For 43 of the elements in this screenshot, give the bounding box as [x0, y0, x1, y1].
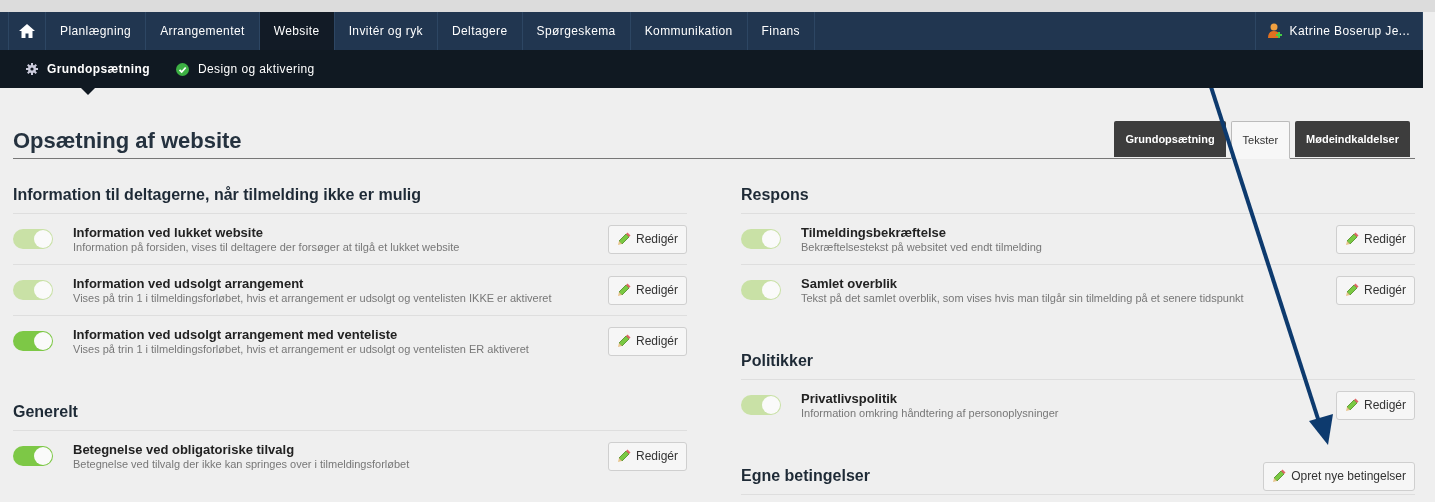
pencil-icon — [616, 334, 631, 348]
user-icon — [1267, 23, 1282, 39]
toggle-switch[interactable] — [13, 331, 53, 351]
setting-description: Betegnelse ved tilvalg der ikke kan springes over i tilmeldingsforløbet — [73, 458, 411, 470]
pencil-icon — [616, 449, 631, 463]
home-icon — [18, 23, 36, 39]
check-icon — [175, 62, 189, 76]
setting-title: Tilmeldingsbekræftelse — [801, 225, 947, 240]
subnav-item[interactable]: Design og aktivering — [175, 50, 315, 88]
pencil-icon — [1344, 283, 1359, 297]
setting-title: Privatlivspolitik — [801, 391, 899, 406]
page-tab[interactable]: Tekster — [1230, 121, 1291, 159]
page-tab[interactable]: Mødeindkaldelser — [1295, 121, 1410, 157]
section-heading: Respons — [741, 186, 809, 204]
setting-title: Information ved lukket website — [73, 225, 264, 240]
toggle-switch[interactable] — [13, 446, 53, 466]
setting-title: Betegnelse ved obligatoriske tilvalg — [73, 442, 296, 457]
pencil-icon — [1272, 469, 1287, 483]
setting-description: Tekst på det samlet overblik, som vises hvis man tilgår sin tilmelding på et senere tidspunkt — [801, 292, 1245, 304]
page-tab[interactable]: Grundopsætning — [1114, 121, 1226, 157]
edit-button[interactable]: Redigér — [607, 326, 687, 356]
setting-description: Information omkring håndtering af personoplysninger — [801, 407, 1060, 419]
create-button[interactable]: Opret nye betingelser — [1263, 461, 1415, 491]
pencil-icon — [1344, 232, 1359, 246]
setting-title: Samlet overblik — [801, 276, 899, 291]
setting-description: Vises på trin 1 i tilmeldingsforløbet, hvis et arrangement er udsolgt og ventelisten IKKE er aktiveret — [73, 292, 553, 304]
section-heading: Politikker — [741, 352, 814, 370]
setting-description: Information på forsiden, vises til deltagere der forsøger at tilgå et lukket website — [73, 241, 461, 253]
pencil-icon — [616, 232, 631, 246]
setting-description: Vises på trin 1 i tilmeldingsforløbet, hvis et arrangement er udsolgt og ventelisten ER aktiveret — [73, 343, 530, 355]
gear-icon — [26, 63, 38, 75]
user-name[interactable]: Katrine Boserup Je... — [1289, 24, 1410, 38]
page-title: Opsætning af website — [13, 128, 242, 154]
section-heading: Egne betingelser — [741, 467, 870, 485]
section-heading: Generelt — [13, 403, 78, 421]
nav-tab[interactable]: Website — [259, 12, 335, 50]
section-heading: Information til deltagerne, når tilmelding ikke er mulig — [13, 186, 422, 204]
pencil-icon — [1344, 398, 1359, 412]
setting-description: Bekræftelsestekst på websitet ved endt tilmelding — [801, 241, 1043, 253]
setting-title: Information ved udsolgt arrangement — [73, 276, 305, 291]
edit-button[interactable]: Redigér — [607, 441, 687, 471]
setting-title: Information ved udsolgt arrangement med venteliste — [73, 327, 399, 342]
pencil-icon — [616, 283, 631, 297]
